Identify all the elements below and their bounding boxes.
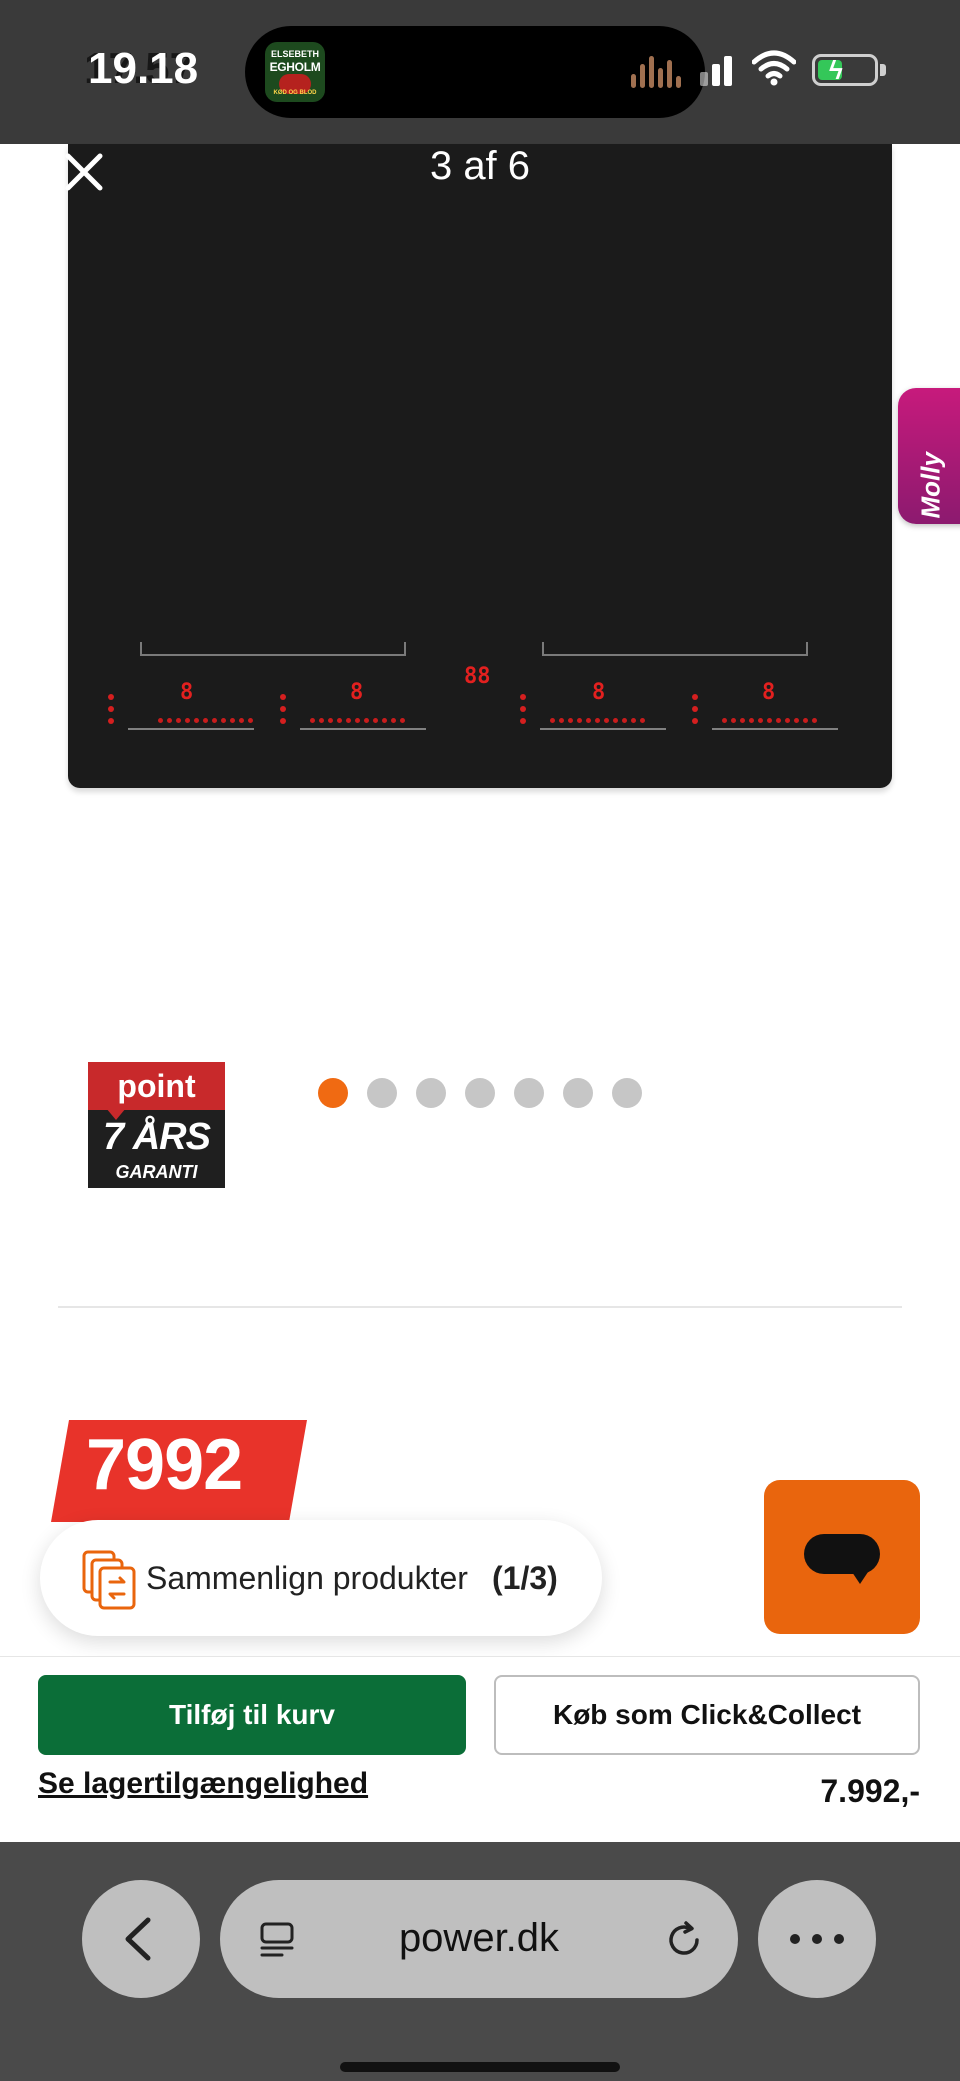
chevron-left-icon (125, 1917, 151, 1961)
pagination-dot[interactable] (465, 1078, 495, 1108)
zone-control-1: 8 (108, 680, 278, 740)
zone-control-4: 8 (692, 680, 862, 740)
cooking-zone-frame-right (542, 642, 808, 656)
artwork-line3: KØD OG BLOD (273, 90, 317, 96)
chat-button[interactable] (764, 1480, 920, 1634)
divider (58, 1306, 902, 1308)
browser-toolbar: power.dk (0, 1842, 960, 2081)
artwork-line2: EGHOLM (269, 60, 321, 74)
compare-label: Sammenlign produkter (146, 1560, 468, 1596)
chat-icon (804, 1534, 880, 1574)
warranty-badge: point 7 ÅRS GARANTI (88, 1062, 225, 1188)
point-brand: point (117, 1068, 196, 1104)
home-indicator (340, 2062, 620, 2072)
zone-control-2: 8 (280, 680, 450, 740)
audio-waveform-icon (631, 56, 683, 88)
status-bar: 17.57 19.18 ELSEBETH EGHOLM KØD OG BLOD (0, 0, 960, 144)
product-price: 7.992,- (820, 1773, 920, 1809)
ellipsis-icon (790, 1934, 844, 1944)
product-image-gallery[interactable]: 8 8 88 8 8 (0, 144, 960, 1108)
back-button[interactable] (82, 1880, 200, 1998)
dynamic-island[interactable]: ELSEBETH EGHOLM KØD OG BLOD (245, 26, 705, 118)
cellular-signal-icon (700, 52, 736, 86)
pagination-dot[interactable] (563, 1078, 593, 1108)
address-bar[interactable]: power.dk (220, 1880, 738, 1998)
gallery-counter: 3 af 6 (429, 144, 531, 188)
url-text: power.dk (398, 1916, 560, 1960)
status-time-value: 19.18 (88, 44, 199, 93)
zone-control-3: 8 (520, 680, 690, 740)
close-icon[interactable] (62, 150, 106, 194)
click-collect-button[interactable]: Køb som Click&Collect (494, 1675, 920, 1755)
gallery-pagination[interactable] (318, 1078, 658, 1108)
now-playing-artwork: ELSEBETH EGHOLM KØD OG BLOD (265, 42, 325, 102)
battery-icon: ϟ (812, 54, 878, 86)
purchase-action-bar: Tilføj til kurv Køb som Click&Collect Se… (0, 1656, 960, 1842)
compare-icon (82, 1550, 136, 1610)
artwork-line1: ELSEBETH (270, 49, 319, 59)
pagination-dot[interactable] (416, 1078, 446, 1108)
pagination-dot[interactable] (612, 1078, 642, 1108)
compare-count: (1/3) (492, 1560, 558, 1596)
pagination-dot[interactable] (318, 1078, 348, 1108)
timer-display: 88 (464, 664, 491, 689)
cooking-zone-frame-left (140, 642, 406, 656)
warranty-years: 7 ÅRS (103, 1116, 211, 1158)
pagination-dot[interactable] (514, 1078, 544, 1108)
warranty-label: GARANTI (115, 1162, 198, 1182)
more-options-button[interactable] (758, 1880, 876, 1998)
stock-availability-link[interactable]: Se lagertilgængelighed (38, 1767, 368, 1801)
point-logo: point (88, 1062, 225, 1110)
wifi-icon (752, 50, 796, 86)
price-tag: 7992 (86, 1425, 243, 1505)
add-to-cart-button[interactable]: Tilføj til kurv (38, 1675, 466, 1755)
pagination-dot[interactable] (367, 1078, 397, 1108)
battery-cap (880, 64, 886, 76)
molly-assistant-tab[interactable]: Molly (898, 388, 960, 524)
compare-products-button[interactable]: Sammenlign produkter (1/3) (40, 1520, 602, 1636)
page: 17.57 19.18 ELSEBETH EGHOLM KØD OG BLOD (0, 0, 960, 2081)
product-image-induction-hob: 8 8 88 8 8 (68, 144, 892, 788)
reload-icon[interactable] (664, 1920, 704, 1960)
molly-label: Molly (915, 452, 946, 519)
status-time: 17.57 19.18 (84, 44, 199, 94)
